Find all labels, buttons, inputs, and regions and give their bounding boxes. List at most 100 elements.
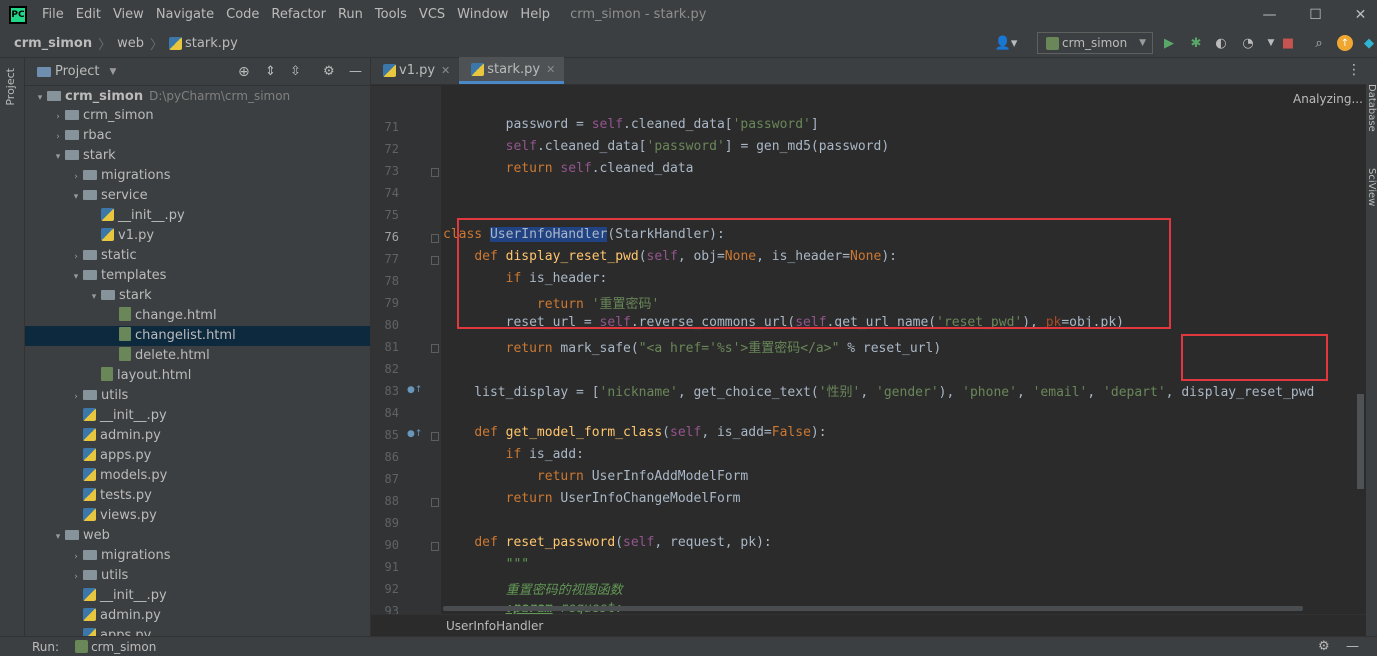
code-line[interactable]: def reset_password(self, request, pk): bbox=[443, 535, 771, 550]
tree-item[interactable]: › crm_simon bbox=[25, 106, 370, 126]
fold-marker-icon[interactable] bbox=[431, 542, 439, 551]
code-line[interactable]: """ bbox=[443, 557, 529, 572]
close-window-button[interactable]: ✕ bbox=[1338, 0, 1377, 29]
debug-icon[interactable]: ✱ bbox=[1188, 35, 1204, 51]
code-line[interactable]: def get_model_form_class(self, is_add=Fa… bbox=[443, 425, 826, 440]
tree-item[interactable]: ▾ stark bbox=[25, 286, 370, 306]
breadcrumb-file[interactable]: stark.py bbox=[185, 36, 238, 51]
code-line[interactable]: password = self.cleaned_data['password'] bbox=[443, 117, 819, 132]
menu-vcs[interactable]: VCS bbox=[413, 0, 451, 29]
code-line[interactable]: if is_add: bbox=[443, 447, 584, 462]
chevron-right-icon[interactable]: › bbox=[51, 127, 65, 147]
code-line[interactable]: self.cleaned_data['password'] = gen_md5(… bbox=[443, 139, 890, 154]
menu-refactor[interactable]: Refactor bbox=[265, 0, 332, 29]
code-line[interactable]: return mark_safe("<a href='%s'>重置密码</a>"… bbox=[443, 337, 942, 356]
chevron-right-icon[interactable]: › bbox=[69, 567, 83, 587]
tree-item[interactable]: layout.html bbox=[25, 366, 370, 386]
override-marker-icon[interactable]: ●↑ bbox=[407, 429, 422, 439]
database-tool-button[interactable]: Database bbox=[1366, 84, 1377, 132]
breadcrumb-project[interactable]: crm_simon bbox=[14, 36, 92, 51]
code-line[interactable]: return UserInfoChangeModelForm bbox=[443, 491, 741, 506]
chevron-down-icon[interactable]: ▼ bbox=[109, 67, 116, 77]
tree-item[interactable]: › utils bbox=[25, 566, 370, 586]
tree-item[interactable]: › migrations bbox=[25, 166, 370, 186]
tab-v1-py[interactable]: v1.py ✕ bbox=[371, 57, 459, 84]
menu-edit[interactable]: Edit bbox=[70, 0, 107, 29]
chevron-right-icon[interactable]: › bbox=[69, 387, 83, 407]
tree-item[interactable]: change.html bbox=[25, 306, 370, 326]
tree-item[interactable]: › utils bbox=[25, 386, 370, 406]
more-tabs-icon[interactable]: ⋮ bbox=[1347, 57, 1361, 84]
maximize-button[interactable]: ☐ bbox=[1293, 0, 1338, 29]
sciview-tool-button[interactable]: SciView bbox=[1366, 168, 1377, 206]
tree-item[interactable]: changelist.html bbox=[25, 326, 370, 346]
search-icon[interactable]: ⌕ bbox=[1311, 35, 1327, 51]
hide-panel-icon[interactable]: — bbox=[349, 64, 362, 79]
horizontal-scrollbar[interactable] bbox=[443, 606, 1303, 611]
tree-item[interactable]: ▾ service bbox=[25, 186, 370, 206]
chevron-right-icon[interactable]: › bbox=[69, 167, 83, 187]
chevron-down-icon[interactable]: ▾ bbox=[87, 287, 101, 307]
fold-marker-icon[interactable] bbox=[431, 344, 439, 353]
gear-icon[interactable]: ⚙ bbox=[323, 64, 335, 79]
tree-item[interactable]: ▾ crm_simon D:\pyCharm\crm_simon bbox=[25, 86, 370, 106]
tree-item[interactable]: ▾ stark bbox=[25, 146, 370, 166]
tree-item[interactable]: apps.py bbox=[25, 446, 370, 466]
tree-item[interactable]: views.py bbox=[25, 506, 370, 526]
fold-marker-icon[interactable] bbox=[431, 234, 439, 243]
menu-window[interactable]: Window bbox=[451, 0, 514, 29]
menu-file[interactable]: File bbox=[36, 0, 70, 29]
editor-breadcrumb[interactable]: UserInfoHandler bbox=[371, 614, 1377, 636]
tree-item[interactable]: admin.py bbox=[25, 426, 370, 446]
fold-marker-icon[interactable] bbox=[431, 256, 439, 265]
chevron-right-icon[interactable]: › bbox=[69, 547, 83, 567]
run-icon[interactable]: ▶ bbox=[1161, 35, 1177, 51]
coverage-icon[interactable]: ◐ bbox=[1213, 35, 1229, 51]
code-line[interactable]: return self.cleaned_data bbox=[443, 161, 694, 176]
code-line[interactable]: return UserInfoAddModelForm bbox=[443, 469, 748, 484]
project-panel-title[interactable]: Project bbox=[55, 64, 99, 79]
chevron-right-icon[interactable]: › bbox=[69, 247, 83, 267]
expand-all-icon[interactable]: ⇕ bbox=[265, 64, 276, 79]
tree-item[interactable]: ▾ web bbox=[25, 526, 370, 546]
tree-item[interactable]: models.py bbox=[25, 466, 370, 486]
override-marker-icon[interactable]: ●↑ bbox=[407, 385, 422, 395]
fold-marker-icon[interactable] bbox=[431, 168, 439, 177]
chevron-down-icon[interactable]: ▾ bbox=[51, 527, 65, 547]
update-icon[interactable]: ↑ bbox=[1337, 35, 1353, 51]
chevron-down-icon[interactable]: ▾ bbox=[33, 88, 47, 108]
run-configuration-select[interactable]: crm_simon ▼ bbox=[1037, 32, 1153, 54]
menu-tools[interactable]: Tools bbox=[369, 0, 413, 29]
vertical-scrollbar[interactable] bbox=[1357, 394, 1364, 489]
breadcrumb-folder[interactable]: web bbox=[117, 36, 144, 51]
menu-run[interactable]: Run bbox=[332, 0, 369, 29]
chevron-right-icon[interactable]: › bbox=[51, 107, 65, 127]
project-tool-button[interactable]: Project bbox=[4, 68, 17, 106]
menu-code[interactable]: Code bbox=[220, 0, 265, 29]
menu-view[interactable]: View bbox=[107, 0, 150, 29]
close-icon[interactable]: ✕ bbox=[441, 64, 450, 77]
run-target-tab[interactable]: crm_simon bbox=[91, 640, 156, 654]
chevron-down-icon[interactable]: ▾ bbox=[51, 147, 65, 167]
code-line[interactable]: list_display = ['nickname', get_choice_t… bbox=[443, 381, 1314, 400]
more-run-options-icon[interactable]: ▼ bbox=[1263, 35, 1279, 51]
tree-item[interactable]: admin.py bbox=[25, 606, 370, 626]
tab-stark-py[interactable]: stark.py ✕ bbox=[459, 57, 565, 84]
close-icon[interactable]: ✕ bbox=[546, 63, 555, 76]
tree-item[interactable]: __init__.py bbox=[25, 206, 370, 226]
code-line[interactable]: 重置密码的视图函数 bbox=[443, 579, 623, 598]
chevron-down-icon[interactable]: ▾ bbox=[69, 187, 83, 207]
locate-icon[interactable]: ⊕ bbox=[238, 64, 250, 80]
toolbox-icon[interactable]: ◆ bbox=[1361, 35, 1377, 51]
fold-marker-icon[interactable] bbox=[431, 498, 439, 507]
fold-marker-icon[interactable] bbox=[431, 432, 439, 441]
tree-item[interactable]: delete.html bbox=[25, 346, 370, 366]
tree-item[interactable]: ▾ templates bbox=[25, 266, 370, 286]
tree-item[interactable]: › static bbox=[25, 246, 370, 266]
stop-icon[interactable]: ■ bbox=[1280, 35, 1296, 51]
menu-navigate[interactable]: Navigate bbox=[150, 0, 220, 29]
tree-item[interactable]: › migrations bbox=[25, 546, 370, 566]
gear-icon[interactable]: ⚙ bbox=[1318, 639, 1330, 654]
hide-panel-icon[interactable]: — bbox=[1346, 639, 1359, 654]
tree-item[interactable]: __init__.py bbox=[25, 406, 370, 426]
